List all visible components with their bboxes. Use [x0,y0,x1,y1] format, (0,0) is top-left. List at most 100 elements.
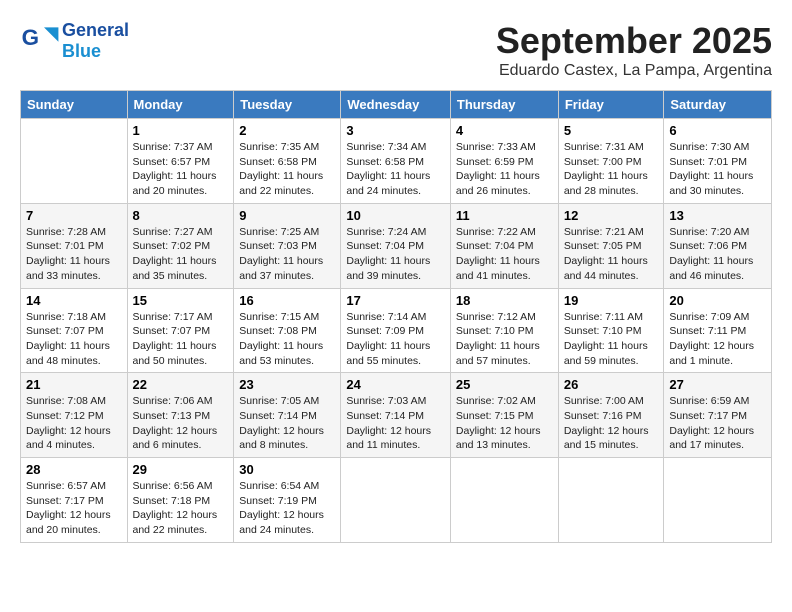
day-number: 7 [26,208,122,223]
location-subtitle: Eduardo Castex, La Pampa, Argentina [496,62,772,80]
day-number: 21 [26,377,122,392]
calendar-cell [341,458,451,543]
calendar-week-3: 14 Sunrise: 7:18 AMSunset: 7:07 PMDayligh… [21,288,772,373]
logo: G General Blue [20,20,129,62]
day-number: 30 [239,462,335,477]
calendar-cell [450,458,558,543]
calendar-cell: 19 Sunrise: 7:11 AMSunset: 7:10 PMDayligh… [558,288,664,373]
day-number: 26 [564,377,659,392]
day-info: Sunrise: 7:06 AMSunset: 7:13 PMDaylight:… [133,394,229,453]
day-info: Sunrise: 6:54 AMSunset: 7:19 PMDaylight:… [239,479,335,538]
day-number: 9 [239,208,335,223]
calendar-cell: 24Sunrise: 7:03 AMSunset: 7:14 PMDayligh… [341,373,451,458]
calendar-cell: 17 Sunrise: 7:14 AMSunset: 7:09 PMDayligh… [341,288,451,373]
day-number: 17 [346,293,445,308]
day-info: Sunrise: 7:22 AMSunset: 7:04 PMDaylight:… [456,225,553,284]
header-cell-monday: Monday [127,91,234,119]
calendar-header-row: SundayMondayTuesdayWednesdayThursdayFrid… [21,91,772,119]
day-number: 19 [564,293,659,308]
day-info: Sunrise: 7:25 AMSunset: 7:03 PMDaylight:… [239,225,335,284]
header-cell-tuesday: Tuesday [234,91,341,119]
logo-blue: Blue [62,41,101,61]
day-info: Sunrise: 7:08 AMSunset: 7:12 PMDaylight:… [26,394,122,453]
calendar-cell: 28 Sunrise: 6:57 AMSunset: 7:17 PMDayligh… [21,458,128,543]
header-cell-wednesday: Wednesday [341,91,451,119]
day-number: 20 [669,293,766,308]
day-number: 28 [26,462,122,477]
calendar-cell [664,458,772,543]
day-number: 16 [239,293,335,308]
calendar-cell [558,458,664,543]
calendar-cell: 16Sunrise: 7:15 AMSunset: 7:08 PMDayligh… [234,288,341,373]
day-info: Sunrise: 7:30 AMSunset: 7:01 PMDaylight:… [669,140,766,199]
day-info: Sunrise: 6:56 AMSunset: 7:18 PMDaylight:… [133,479,229,538]
day-number: 15 [133,293,229,308]
day-info: Sunrise: 7:17 AMSunset: 7:07 PMDaylight:… [133,310,229,369]
day-number: 4 [456,123,553,138]
day-info: Sunrise: 7:09 AMSunset: 7:11 PMDaylight:… [669,310,766,369]
calendar-week-4: 21 Sunrise: 7:08 AMSunset: 7:12 PMDayligh… [21,373,772,458]
day-number: 27 [669,377,766,392]
calendar-cell: 10 Sunrise: 7:24 AMSunset: 7:04 PMDayligh… [341,203,451,288]
calendar-cell: 1Sunrise: 7:37 AMSunset: 6:57 PMDaylight… [127,119,234,204]
day-info: Sunrise: 7:37 AMSunset: 6:57 PMDaylight:… [133,140,229,199]
day-info: Sunrise: 7:24 AMSunset: 7:04 PMDaylight:… [346,225,445,284]
title-block: September 2025 Eduardo Castex, La Pampa,… [496,20,772,80]
calendar-cell: 26 Sunrise: 7:00 AMSunset: 7:16 PMDayligh… [558,373,664,458]
calendar-cell: 23 Sunrise: 7:05 AMSunset: 7:14 PMDayligh… [234,373,341,458]
calendar-cell [21,119,128,204]
calendar-week-5: 28 Sunrise: 6:57 AMSunset: 7:17 PMDayligh… [21,458,772,543]
day-info: Sunrise: 7:12 AMSunset: 7:10 PMDaylight:… [456,310,553,369]
calendar-cell: 22 Sunrise: 7:06 AMSunset: 7:13 PMDayligh… [127,373,234,458]
calendar-cell: 7Sunrise: 7:28 AMSunset: 7:01 PMDaylight… [21,203,128,288]
day-number: 6 [669,123,766,138]
day-info: Sunrise: 7:03 AMSunset: 7:14 PMDaylight:… [346,394,445,453]
day-number: 29 [133,462,229,477]
page-header: G General Blue September 2025 Eduardo Ca… [20,20,772,80]
day-info: Sunrise: 7:14 AMSunset: 7:09 PMDaylight:… [346,310,445,369]
calendar-cell: 9 Sunrise: 7:25 AMSunset: 7:03 PMDaylight… [234,203,341,288]
day-info: Sunrise: 7:34 AMSunset: 6:58 PMDaylight:… [346,140,445,199]
logo-text: General Blue [62,20,129,62]
calendar-week-1: 1Sunrise: 7:37 AMSunset: 6:57 PMDaylight… [21,119,772,204]
calendar-cell: 6 Sunrise: 7:30 AMSunset: 7:01 PMDaylight… [664,119,772,204]
day-info: Sunrise: 6:59 AMSunset: 7:17 PMDaylight:… [669,394,766,453]
day-number: 5 [564,123,659,138]
day-number: 10 [346,208,445,223]
calendar-cell: 2Sunrise: 7:35 AMSunset: 6:58 PMDaylight… [234,119,341,204]
logo-icon: G [20,21,60,61]
header-cell-thursday: Thursday [450,91,558,119]
day-number: 2 [239,123,335,138]
calendar-cell: 30 Sunrise: 6:54 AMSunset: 7:19 PMDayligh… [234,458,341,543]
header-cell-friday: Friday [558,91,664,119]
calendar-cell: 14 Sunrise: 7:18 AMSunset: 7:07 PMDayligh… [21,288,128,373]
calendar-table: SundayMondayTuesdayWednesdayThursdayFrid… [20,90,772,543]
calendar-body: 1Sunrise: 7:37 AMSunset: 6:57 PMDaylight… [21,119,772,543]
calendar-cell: 12Sunrise: 7:21 AMSunset: 7:05 PMDayligh… [558,203,664,288]
day-number: 11 [456,208,553,223]
day-info: Sunrise: 7:11 AMSunset: 7:10 PMDaylight:… [564,310,659,369]
day-number: 23 [239,377,335,392]
header-cell-sunday: Sunday [21,91,128,119]
day-number: 3 [346,123,445,138]
day-number: 25 [456,377,553,392]
day-info: Sunrise: 7:05 AMSunset: 7:14 PMDaylight:… [239,394,335,453]
day-info: Sunrise: 7:31 AMSunset: 7:00 PMDaylight:… [564,140,659,199]
calendar-cell: 3 Sunrise: 7:34 AMSunset: 6:58 PMDaylight… [341,119,451,204]
calendar-cell: 4 Sunrise: 7:33 AMSunset: 6:59 PMDaylight… [450,119,558,204]
day-number: 13 [669,208,766,223]
day-info: Sunrise: 7:02 AMSunset: 7:15 PMDaylight:… [456,394,553,453]
day-info: Sunrise: 7:20 AMSunset: 7:06 PMDaylight:… [669,225,766,284]
calendar-cell: 13 Sunrise: 7:20 AMSunset: 7:06 PMDayligh… [664,203,772,288]
day-info: Sunrise: 7:27 AMSunset: 7:02 PMDaylight:… [133,225,229,284]
day-info: Sunrise: 7:18 AMSunset: 7:07 PMDaylight:… [26,310,122,369]
calendar-cell: 5 Sunrise: 7:31 AMSunset: 7:00 PMDaylight… [558,119,664,204]
day-info: Sunrise: 7:00 AMSunset: 7:16 PMDaylight:… [564,394,659,453]
day-info: Sunrise: 6:57 AMSunset: 7:17 PMDaylight:… [26,479,122,538]
month-title: September 2025 [496,20,772,62]
day-number: 22 [133,377,229,392]
day-info: Sunrise: 7:33 AMSunset: 6:59 PMDaylight:… [456,140,553,199]
calendar-cell: 27 Sunrise: 6:59 AMSunset: 7:17 PMDayligh… [664,373,772,458]
calendar-cell: 21 Sunrise: 7:08 AMSunset: 7:12 PMDayligh… [21,373,128,458]
day-number: 14 [26,293,122,308]
